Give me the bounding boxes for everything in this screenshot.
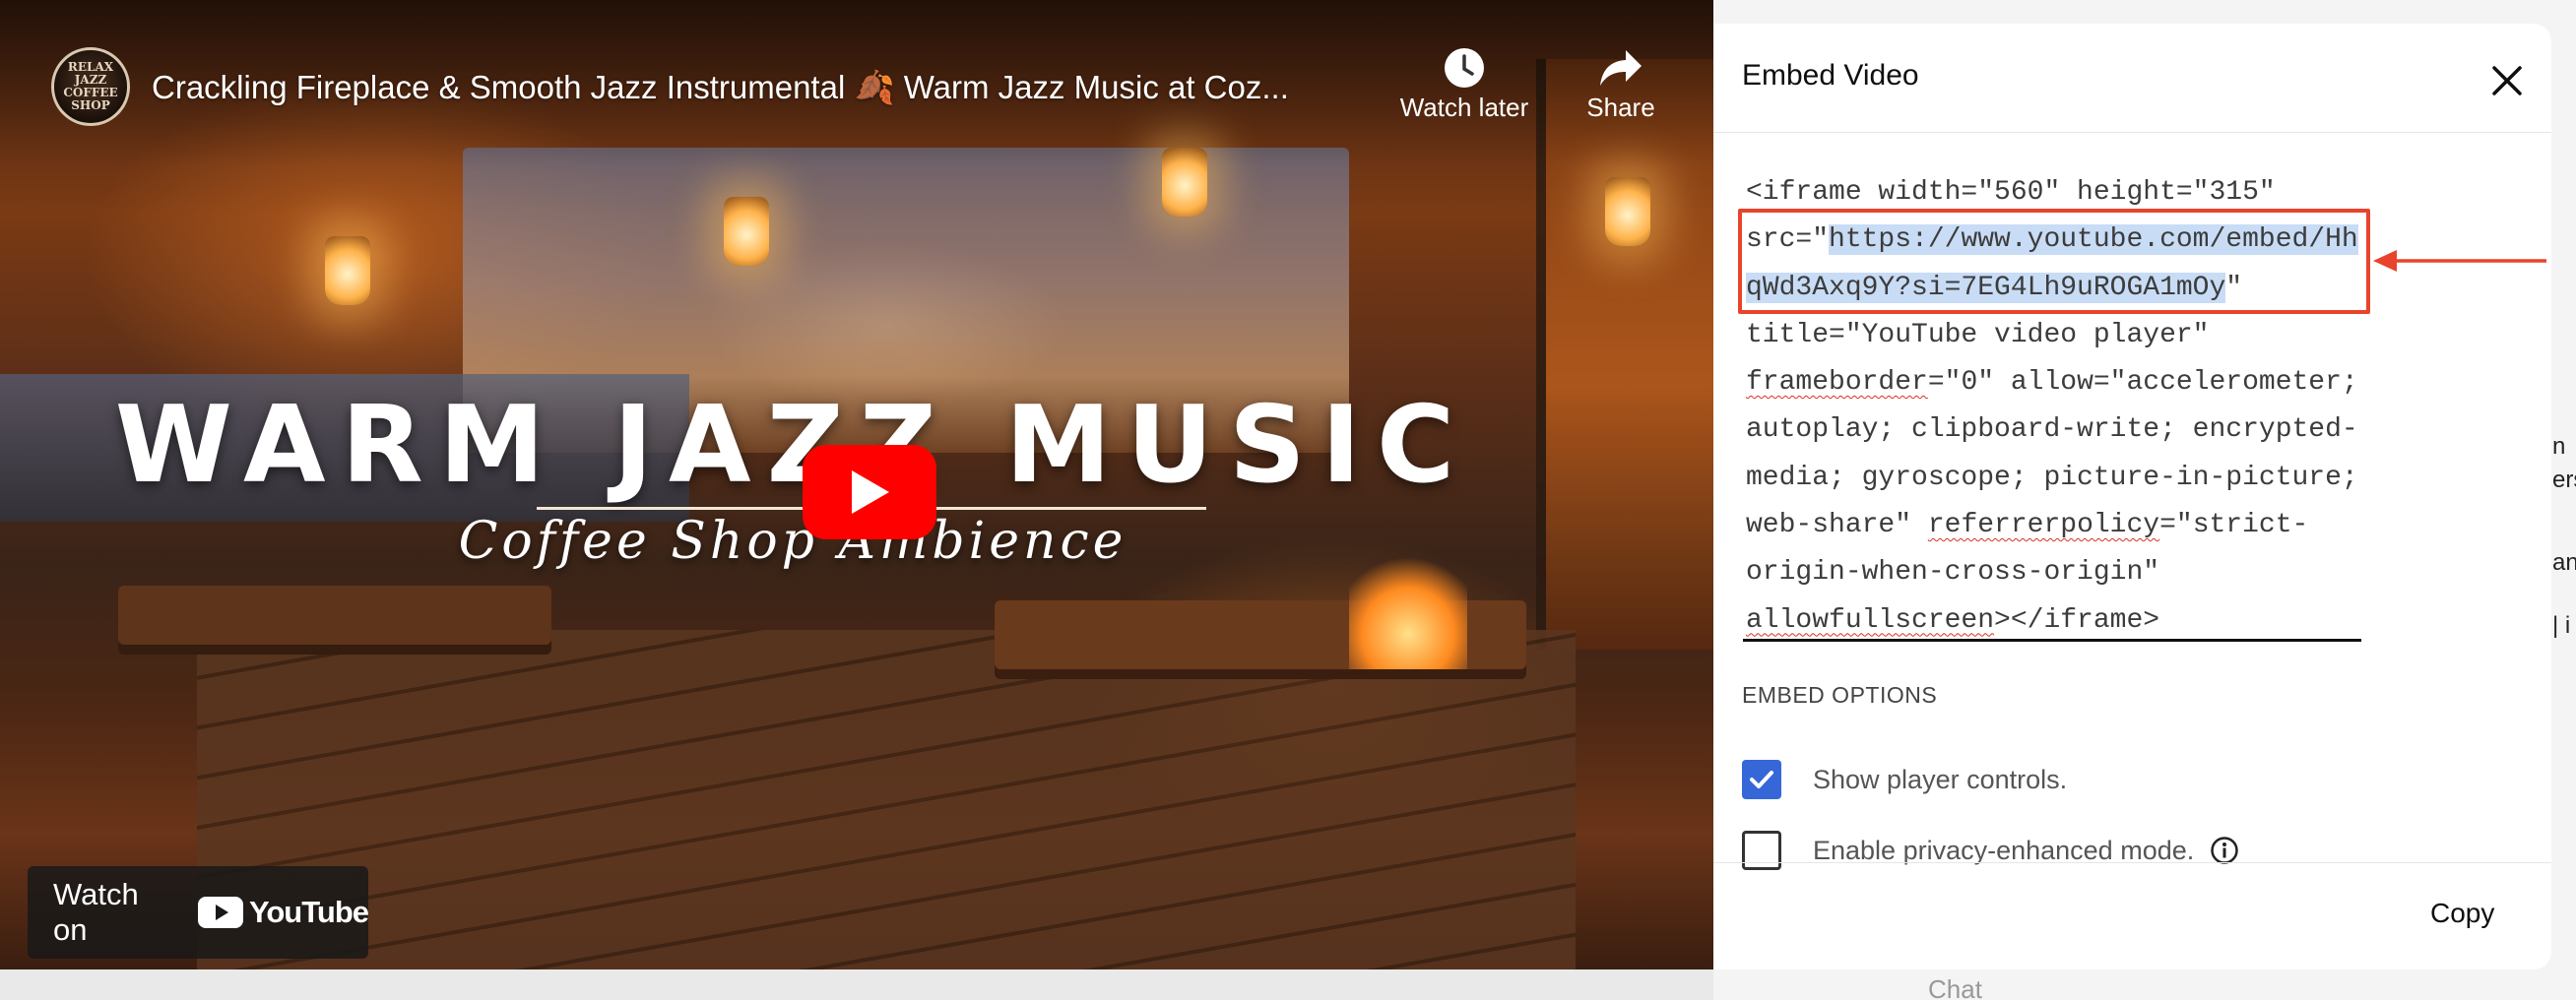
code-text: ="0" allow="accelerometer;	[1927, 367, 2358, 399]
dialog-title: Embed Video	[1742, 59, 1919, 92]
youtube-wordmark: YouTube	[249, 895, 369, 929]
code-text: ="strict-	[2159, 510, 2309, 541]
clock-icon	[1390, 43, 1538, 93]
code-text: title="YouTube video player"	[1746, 319, 2210, 350]
background-text-fragment: and	[2552, 549, 2576, 576]
share-button[interactable]: Share	[1572, 43, 1670, 123]
copy-button[interactable]: Copy	[2430, 898, 2494, 929]
show-player-controls-option[interactable]: Show player controls.	[1742, 760, 2067, 799]
spellcheck-word: referrerpolicy	[1927, 510, 2160, 541]
code-text: media; gyroscope; picture-in-picture;	[1746, 462, 2358, 493]
thumbnail-floor	[197, 630, 1576, 969]
code-line: title="YouTube video player"	[1746, 312, 2376, 359]
footer-divider	[1713, 862, 2551, 863]
youtube-logo: YouTube	[198, 895, 369, 930]
code-line: qWd3Axq9Y?si=7EG4Lh9uROGA1mOy"	[1746, 265, 2376, 312]
embed-video-dialog: Embed Video <iframe width="560" height="…	[1713, 24, 2551, 969]
watch-on-label: Watch on	[53, 877, 139, 947]
code-text: <iframe width="560" height="315"	[1746, 177, 2276, 208]
lantern-icon	[724, 197, 769, 266]
dialog-divider	[1713, 132, 2551, 133]
selected-url-text: qWd3Axq9Y?si=7EG4Lh9uROGA1mOy	[1746, 272, 2226, 303]
watch-on-youtube-button[interactable]: Watch on YouTube	[28, 866, 369, 959]
background-text-fragment: ers	[2552, 467, 2576, 493]
code-text: origin-when-cross-origin"	[1746, 557, 2160, 589]
share-arrow-icon	[1572, 43, 1670, 93]
code-line: frameborder="0" allow="accelerometer;	[1746, 359, 2376, 406]
chat-input[interactable]: Chat	[1928, 974, 2302, 1000]
code-line: <iframe width="560" height="315"	[1746, 169, 2376, 217]
privacy-enhanced-label: Enable privacy-enhanced mode.	[1813, 835, 2195, 865]
close-button[interactable]	[2487, 61, 2527, 100]
code-text: ></iframe>	[1994, 604, 2160, 636]
watch-later-button[interactable]: Watch later	[1390, 43, 1538, 123]
watch-later-label: Watch later	[1399, 93, 1529, 122]
textarea-underline	[1743, 639, 2361, 642]
code-line: origin-when-cross-origin"	[1746, 549, 2376, 596]
show-controls-checkbox[interactable]	[1742, 760, 1781, 799]
embed-code-textarea[interactable]: <iframe width="560" height="315" src="htt…	[1746, 169, 2376, 645]
selected-url-text: https://www.youtube.com/embed/Hh	[1829, 224, 2358, 256]
spellcheck-word: frameborder	[1746, 367, 1928, 399]
page-bottom-strip	[0, 969, 1713, 1000]
lantern-icon	[1605, 177, 1650, 246]
thumbnail-table-left	[118, 586, 551, 645]
code-line: src="https://www.youtube.com/embed/Hh	[1746, 217, 2376, 264]
background-text-fragment: | i	[2552, 612, 2571, 639]
close-icon	[2492, 66, 2522, 95]
play-icon	[852, 470, 889, 514]
play-button[interactable]	[803, 445, 936, 539]
share-label: Share	[1586, 93, 1655, 122]
annotation-arrow-icon	[2373, 250, 2546, 272]
code-line: media; gyroscope; picture-in-picture;	[1746, 455, 2376, 502]
background-text-fragment: n	[2552, 433, 2566, 460]
privacy-enhanced-option[interactable]: Enable privacy-enhanced mode.	[1742, 831, 2239, 870]
code-text: src="	[1746, 224, 1830, 256]
code-text: web-share"	[1746, 510, 1928, 541]
code-line: allowfullscreen></iframe>	[1746, 597, 2376, 645]
youtube-play-icon	[198, 897, 243, 928]
lantern-icon	[325, 236, 370, 305]
code-line: autoplay; clipboard-write; encrypted-	[1746, 406, 2376, 454]
code-text: autoplay; clipboard-write; encrypted-	[1746, 414, 2358, 446]
code-line: web-share" referrerpolicy="strict-	[1746, 502, 2376, 549]
show-controls-label: Show player controls.	[1813, 764, 2068, 794]
info-icon[interactable]	[2210, 836, 2239, 865]
privacy-enhanced-checkbox[interactable]	[1742, 831, 1781, 870]
embed-options-heading: EMBED OPTIONS	[1742, 682, 1938, 708]
channel-avatar[interactable]: RELAX JAZZ COFFEE SHOP	[51, 47, 130, 126]
channel-logo-text: RELAX JAZZ COFFEE SHOP	[63, 60, 118, 112]
checkmark-icon	[1750, 771, 1773, 788]
spellcheck-word: allowfullscreen	[1746, 604, 1995, 636]
video-title[interactable]: Crackling Fireplace & Smooth Jazz Instru…	[152, 69, 1383, 107]
video-thumbnail[interactable]: RELAX JAZZ COFFEE SHOP Crackling Firepla…	[0, 0, 1713, 969]
code-text: "	[2225, 272, 2243, 303]
